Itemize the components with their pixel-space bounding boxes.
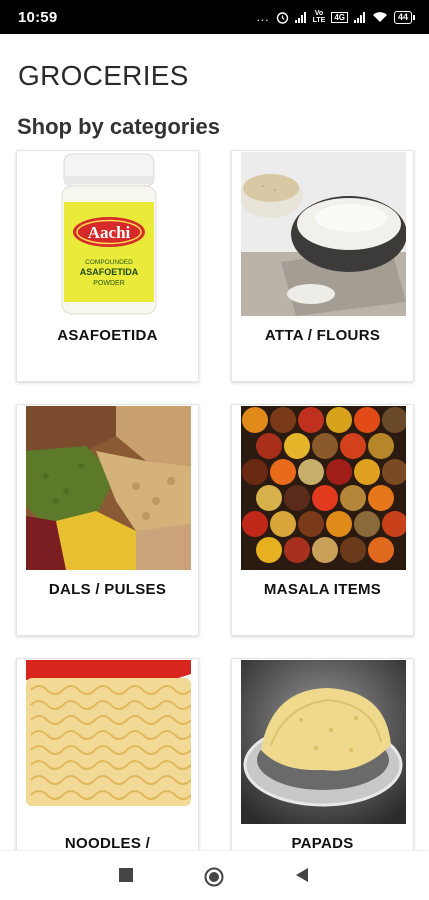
svg-text:POWDER: POWDER [93,280,125,287]
asafoetida-jar-image: Aachi COMPOUNDED ASAFOETIDA POWDER [26,152,191,316]
notification-dots: ... [256,10,270,24]
category-card-atta-flours[interactable]: ATTA / FLOURS [231,150,414,382]
flour-bowls-image [241,152,406,316]
signal-icon-2 [353,11,366,23]
section-title: Shop by categories [17,114,220,139]
page-title: GROCERIES [18,60,189,91]
status-icons: ... Vo LTE 4G 44 [257,10,415,24]
signal-icon [294,11,307,23]
category-label: DALS / PULSES [48,581,167,598]
category-card-dals-pulses[interactable]: DALS / PULSES [16,404,199,636]
volte-icon: Vo LTE [312,10,326,24]
svg-text:COMPOUNDED: COMPOUNDED [85,259,133,266]
spice-bowls-image [241,406,406,570]
system-nav-bar [0,850,429,900]
category-card-asafoetida[interactable]: Aachi COMPOUNDED ASAFOETIDA POWDER ASAFO… [16,150,199,382]
status-time: 10:59 [18,8,58,26]
category-label: MASALA ITEMS [263,581,382,598]
papad-in-bowl-image [241,660,406,824]
circle-icon[interactable] [204,867,224,887]
mixed-pulses-image [26,406,191,570]
svg-text:ASAFOETIDA: ASAFOETIDA [80,267,139,277]
svg-text:Aachi: Aachi [88,223,131,242]
alarm-icon [276,11,288,24]
category-card-masala-items[interactable]: MASALA ITEMS [231,404,414,636]
status-bar: 10:59 ... Vo LTE 4G 44 [0,0,429,34]
square-icon[interactable] [118,867,134,883]
category-label: ASAFOETIDA [57,327,158,344]
battery-icon: 44 [393,10,415,24]
category-label: ATTA / FLOURS [264,327,381,344]
network-type-badge: 4G [331,11,348,23]
wifi-icon [372,12,387,22]
triangle-back-icon[interactable] [295,867,309,883]
instant-noodles-image [26,660,191,824]
